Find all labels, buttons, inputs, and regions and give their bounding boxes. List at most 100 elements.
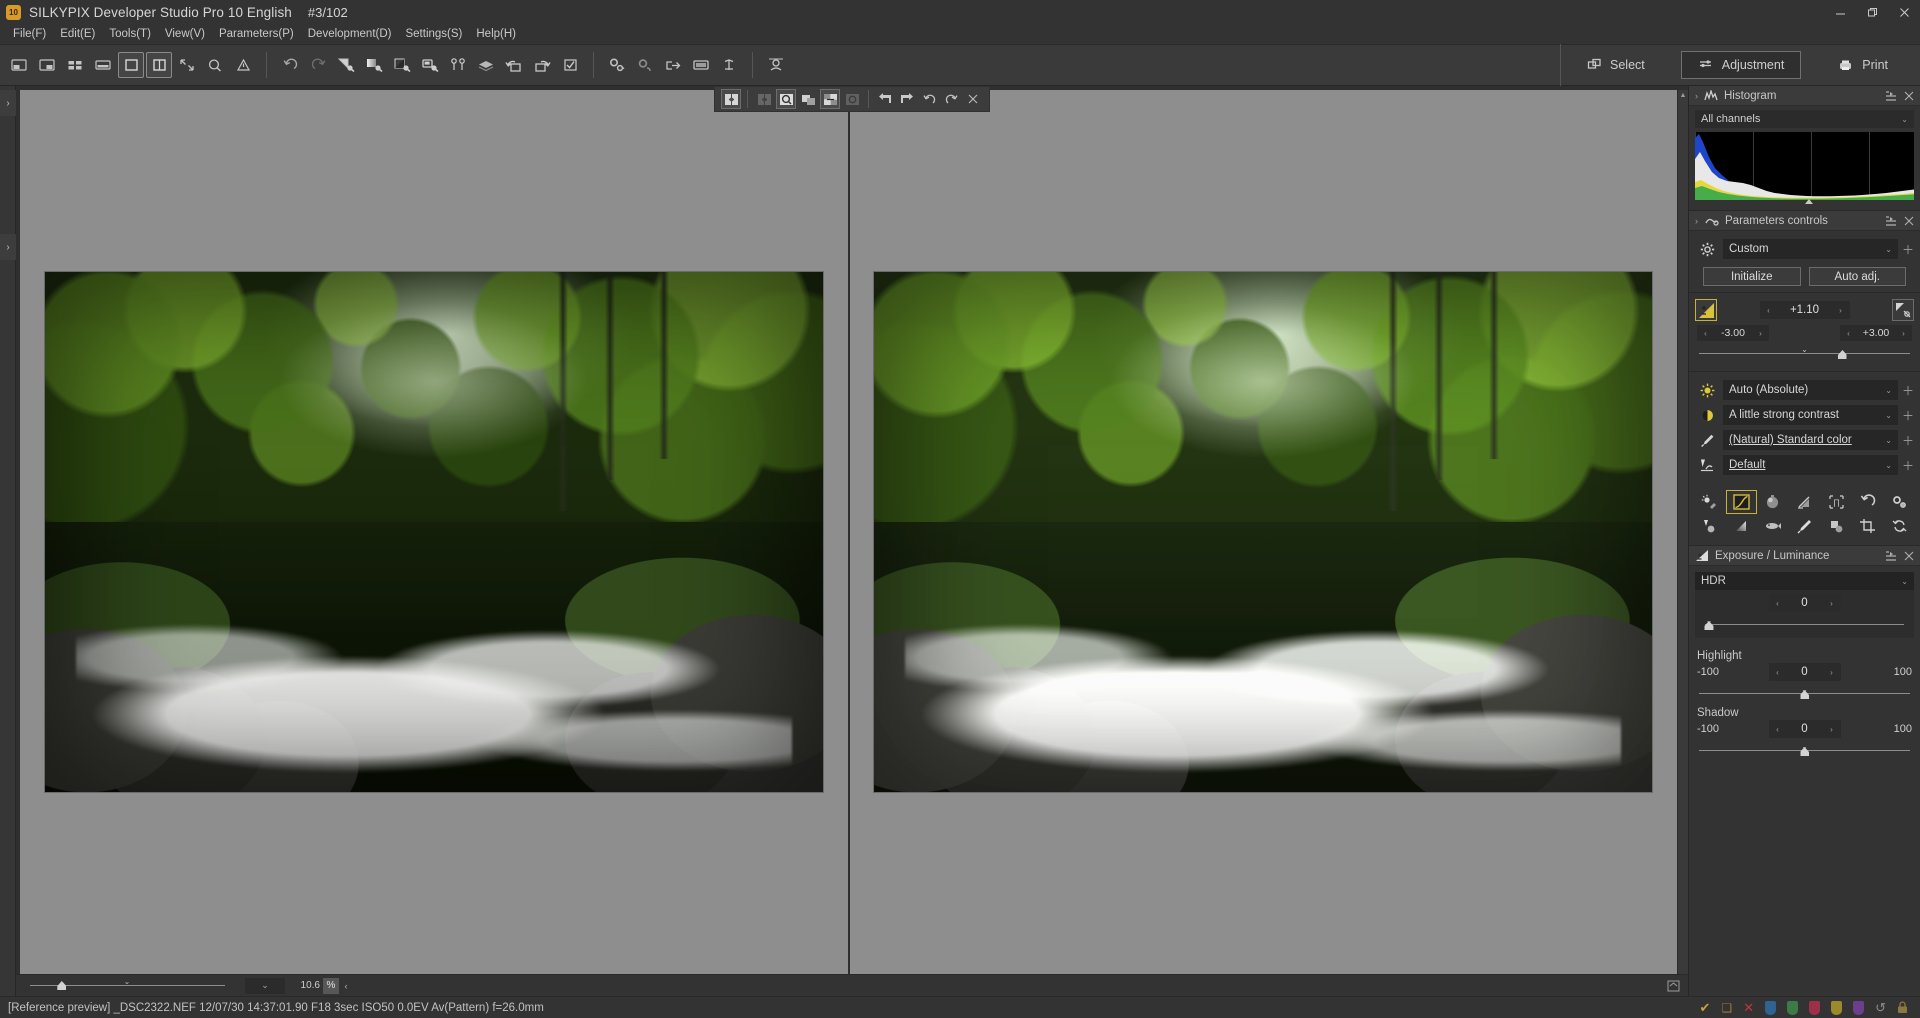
undo-view-icon[interactable] <box>919 89 939 109</box>
zoom-preset-dropdown[interactable]: ⌄ <box>245 977 285 994</box>
panel-close-icon[interactable] <box>1904 216 1914 226</box>
crop-tool-icon[interactable] <box>1853 515 1883 537</box>
exposure-min-spinner[interactable]: ‹ -3.00 › <box>1697 325 1769 341</box>
panel-close-icon[interactable] <box>1904 551 1914 561</box>
gradation-tool-icon[interactable] <box>1727 515 1757 537</box>
hdr-value-spinner[interactable]: ‹ 0 › <box>1768 594 1841 612</box>
compare-split-icon[interactable] <box>754 89 774 109</box>
mode-select-button[interactable]: Select <box>1571 51 1661 79</box>
measure-icon[interactable] <box>716 52 742 78</box>
menu-edit[interactable]: Edit(E) <box>53 26 102 42</box>
redo-icon[interactable] <box>305 52 331 78</box>
highlight-increment-arrow[interactable]: › <box>1827 668 1837 677</box>
exposure-min-decrement[interactable]: ‹ <box>1701 329 1710 338</box>
layers-icon[interactable] <box>473 52 499 78</box>
slideshow-icon[interactable] <box>688 52 714 78</box>
histogram-marker[interactable] <box>1804 199 1813 204</box>
redo-view-icon[interactable] <box>941 89 961 109</box>
checkbox-icon[interactable] <box>557 52 583 78</box>
hdr-decrement-arrow[interactable]: ‹ <box>1773 599 1783 608</box>
plus-icon[interactable]: ＋ <box>1902 241 1914 258</box>
white-balance-select[interactable]: Auto (Absolute) ⌄ <box>1723 380 1898 400</box>
color-tool-icon[interactable] <box>1758 491 1788 513</box>
dust-removal-tool-icon[interactable] <box>1821 515 1851 537</box>
plus-icon[interactable]: ＋ <box>1902 382 1914 399</box>
lock-icon[interactable] <box>1897 1001 1908 1014</box>
white-balance-tool-icon[interactable] <box>1695 491 1725 513</box>
histogram-channel-select[interactable]: All channels ⌄ <box>1695 110 1914 128</box>
preferences-icon[interactable] <box>632 52 658 78</box>
panel-menu-icon[interactable] <box>1885 550 1898 561</box>
tag-blue-icon[interactable] <box>1765 1000 1777 1015</box>
undo-tag-icon[interactable]: ↺ <box>1875 1000 1886 1016</box>
shadow-increment-arrow[interactable]: › <box>1827 725 1837 734</box>
minimize-button[interactable] <box>1824 0 1856 24</box>
move-compare-icon[interactable] <box>798 89 818 109</box>
sharpness-select[interactable]: Default ⌄ <box>1723 455 1898 475</box>
shadow-value-spinner[interactable]: ‹ 0 › <box>1768 720 1841 738</box>
zoom-slider[interactable]: ⌄ <box>30 977 225 994</box>
copy-tag-icon[interactable]: ❏ <box>1721 1001 1732 1015</box>
brush-tool-icon[interactable] <box>1790 515 1820 537</box>
gradient-brush-icon[interactable] <box>361 52 387 78</box>
menu-file[interactable]: File(F) <box>6 26 53 42</box>
sync-compare-icon[interactable] <box>842 89 862 109</box>
menu-help[interactable]: Help(H) <box>469 26 523 42</box>
preset-select[interactable]: Custom ⌄ <box>1723 239 1898 259</box>
rotate-right-icon[interactable] <box>529 52 555 78</box>
settings-tool-icon[interactable] <box>1884 491 1914 513</box>
thumbnail-left-icon[interactable] <box>6 52 32 78</box>
rotate-flip-tool-icon[interactable] <box>1884 515 1914 537</box>
exposure-decrement-arrow[interactable]: ‹ <box>1764 306 1774 315</box>
exposure-min-increment[interactable]: › <box>1756 329 1765 338</box>
highlight-value-spinner[interactable]: ‹ 0 › <box>1768 663 1841 681</box>
plus-icon[interactable]: ＋ <box>1902 457 1914 474</box>
tone-curve-tool-icon[interactable] <box>1725 490 1758 514</box>
exposure-slider[interactable]: ⌄ <box>1699 345 1910 361</box>
highlight-slider[interactable]: ⌄ <box>1699 685 1910 701</box>
contrast-brush-icon[interactable] <box>389 52 415 78</box>
adjusted-preview-pane[interactable] <box>849 90 1677 974</box>
auto-adjust-button[interactable]: Auto adj. <box>1808 267 1906 286</box>
compare-view-icon[interactable] <box>146 52 172 78</box>
fit-preview-icon[interactable] <box>1667 980 1680 992</box>
rotate-left-icon[interactable] <box>501 52 527 78</box>
lens-aberration-tool-icon[interactable] <box>1758 515 1788 537</box>
tag-red-icon[interactable] <box>1809 1000 1821 1015</box>
close-view-icon[interactable] <box>963 89 983 109</box>
batch-settings-icon[interactable] <box>604 52 630 78</box>
shadow-decrement-arrow[interactable]: ‹ <box>1773 725 1783 734</box>
exposure-max-increment[interactable]: › <box>1899 329 1908 338</box>
tag-purple-icon[interactable] <box>1853 1000 1865 1015</box>
check-mark-icon[interactable]: ✔ <box>1700 1000 1711 1016</box>
noise-reduction-tool-icon[interactable]: ∏ <box>1821 491 1851 513</box>
maximize-button[interactable] <box>1856 0 1888 24</box>
chevron-right-icon[interactable]: › <box>1695 216 1698 226</box>
shadow-slider[interactable]: ⌄ <box>1699 742 1910 758</box>
undo-icon[interactable] <box>277 52 303 78</box>
magnifier-icon[interactable] <box>202 52 228 78</box>
grid-view-icon[interactable] <box>62 52 88 78</box>
menu-view[interactable]: View(V) <box>158 26 212 42</box>
panel-menu-icon[interactable] <box>1885 215 1898 226</box>
menu-settings[interactable]: Settings(S) <box>398 26 469 42</box>
zoom-person-icon[interactable] <box>763 52 789 78</box>
exposure-increment-arrow[interactable]: › <box>1836 306 1846 315</box>
delete-tag-icon[interactable]: ✕ <box>1743 1000 1754 1016</box>
zoom-prev-arrow[interactable]: ‹ <box>339 981 353 991</box>
exposure-value-spinner[interactable]: ‹ +1.10 › <box>1759 301 1850 319</box>
thumbnail-right-icon[interactable] <box>34 52 60 78</box>
close-button[interactable] <box>1888 0 1920 24</box>
scroll-up-arrow[interactable]: ▲ <box>1678 90 1688 101</box>
tag-green-icon[interactable] <box>1787 1000 1799 1015</box>
exposure-slider-knob[interactable] <box>1837 350 1847 359</box>
plus-icon[interactable]: ＋ <box>1902 407 1914 424</box>
rotation-tool-icon[interactable] <box>1853 491 1883 513</box>
reference-preview-pane[interactable] <box>20 90 848 974</box>
export-icon[interactable] <box>660 52 686 78</box>
tone-select[interactable]: A little strong contrast ⌄ <box>1723 405 1898 425</box>
exposure-brush-icon[interactable] <box>333 52 359 78</box>
menu-tools[interactable]: Tools(T) <box>102 26 158 42</box>
mode-adjustment-button[interactable]: Adjustment <box>1680 51 1802 79</box>
expand-left-panel-bottom-button[interactable]: › <box>0 234 16 260</box>
